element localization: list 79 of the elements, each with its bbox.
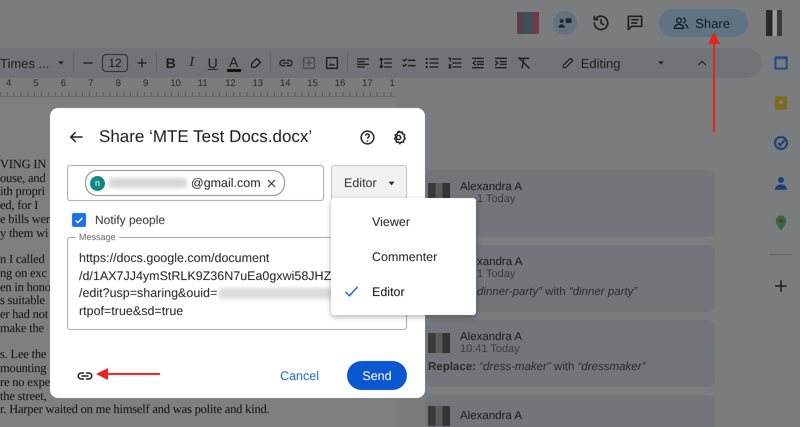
document-text-line: VING IN (0, 158, 46, 172)
font-dropdown[interactable]: Times ... (0, 56, 50, 70)
document-text-line: re no expe (0, 376, 50, 390)
comment-icon[interactable] (625, 13, 646, 33)
document-text-line: mounting (0, 362, 46, 376)
message-text-line: /edit?usp=sharing&ouid= (79, 285, 218, 302)
notify-label: Notify people (95, 213, 166, 227)
document-text-line: ng on exc (0, 266, 47, 281)
document-text-line: the street, (0, 390, 46, 404)
cancel-button[interactable]: Cancel (272, 362, 327, 388)
caret-down-icon (386, 178, 396, 188)
clear-formatting-icon[interactable] (516, 55, 532, 71)
font-size-field[interactable]: 12 (102, 54, 128, 72)
comment-author: Alexandra A (460, 181, 522, 193)
people-icon (673, 15, 690, 31)
document-text-line: n I called (0, 253, 45, 267)
document-text-line: s. Lee the (0, 348, 46, 362)
tasks-icon[interactable] (772, 134, 790, 152)
document-text-line: er had not (0, 308, 48, 322)
calendar-icon[interactable] (772, 54, 790, 72)
avatar-placeholder (428, 406, 450, 426)
plus-icon[interactable] (134, 56, 149, 70)
history-icon[interactable] (591, 13, 612, 33)
document-text-line: y them wi (0, 226, 48, 240)
check-icon (74, 214, 84, 226)
recipient-chip[interactable]: n @gmail.com (85, 170, 285, 196)
share-button[interactable]: Share (659, 9, 748, 37)
present-chat-icon[interactable] (553, 11, 578, 35)
document-text-line: ouse, and (0, 172, 46, 186)
contacts-icon[interactable] (772, 174, 790, 192)
comment-time: 1 Today (477, 193, 516, 205)
recipient-field[interactable]: n @gmail.com (67, 165, 324, 201)
notify-checkbox[interactable] (72, 213, 86, 227)
message-label: Message (76, 232, 119, 243)
close-icon[interactable] (264, 176, 278, 190)
comment-author: Alexandra A (460, 410, 522, 422)
document-text-line: ed, for I (0, 199, 38, 213)
increase-indent-icon[interactable] (492, 55, 509, 71)
message-text-line: rtpof=true&sd=true (79, 302, 184, 320)
ruler: 4 5 6 7 8 9 10 11 12 13 14 15 16 17 1 (0, 78, 396, 97)
comment-author: xandra A (477, 256, 522, 268)
document-text-line: r. Harper waited on me himself and was polite and kind. (0, 403, 270, 417)
comment-time: 1 Today (477, 268, 516, 280)
bulleted-list-icon[interactable] (424, 55, 440, 71)
document-text-line: e bills wer (0, 212, 50, 227)
image-icon[interactable] (324, 55, 340, 71)
pencil-icon (560, 56, 575, 70)
comment-card[interactable]: Alexandra A (425, 395, 715, 427)
comment-time: 10:41 Today (460, 343, 521, 355)
comment-card[interactable]: Alexandra A 1 Today (425, 170, 715, 237)
avatar-placeholder[interactable] (517, 12, 540, 34)
underline-button[interactable]: U (206, 55, 220, 71)
document-text-line: s suitable (0, 294, 45, 308)
text-color-button[interactable]: A (226, 54, 241, 72)
comment-text: Replace: “dress-maker” with “dressmaker” (428, 361, 647, 373)
comment-author: Alexandra A (460, 331, 522, 343)
editing-mode-dropdown[interactable]: Editing (560, 56, 688, 70)
document-text-line: make the (0, 322, 44, 336)
document-text-line: ith propri (0, 185, 45, 200)
comment-card[interactable]: Alexandra A 10:41 Today Replace: “dress-maker” with “dressmaker” (425, 320, 715, 387)
send-button[interactable]: Send (347, 361, 407, 390)
plus-icon[interactable] (772, 277, 790, 295)
italic-button[interactable]: I (184, 55, 199, 71)
line-spacing-icon[interactable] (378, 55, 394, 71)
decrease-indent-icon[interactable] (470, 55, 486, 71)
avatar-placeholder (428, 333, 450, 353)
numbered-list-icon[interactable] (446, 55, 463, 71)
bold-button[interactable]: B (164, 55, 178, 71)
recipient-email: @gmail.com (191, 176, 261, 190)
account-avatar[interactable] (766, 10, 782, 36)
annotation-arrow (96, 368, 160, 380)
document-text-line: en in hono (0, 280, 51, 294)
message-text-line: https://docs.google.com/document (79, 250, 270, 267)
dialog-title: Share ‘MTE Test Docs.docx’ (99, 127, 314, 147)
message-text-line: /d/1AX7JJ4ymStRLK9Z36N7uEa0gxwi58JHZ (79, 268, 332, 285)
role-dropdown[interactable]: Editor (331, 165, 407, 201)
recipient-avatar: n (90, 176, 105, 190)
comment-text: dinner-party” with “dinner party” (477, 286, 638, 298)
help-icon[interactable] (359, 128, 376, 146)
